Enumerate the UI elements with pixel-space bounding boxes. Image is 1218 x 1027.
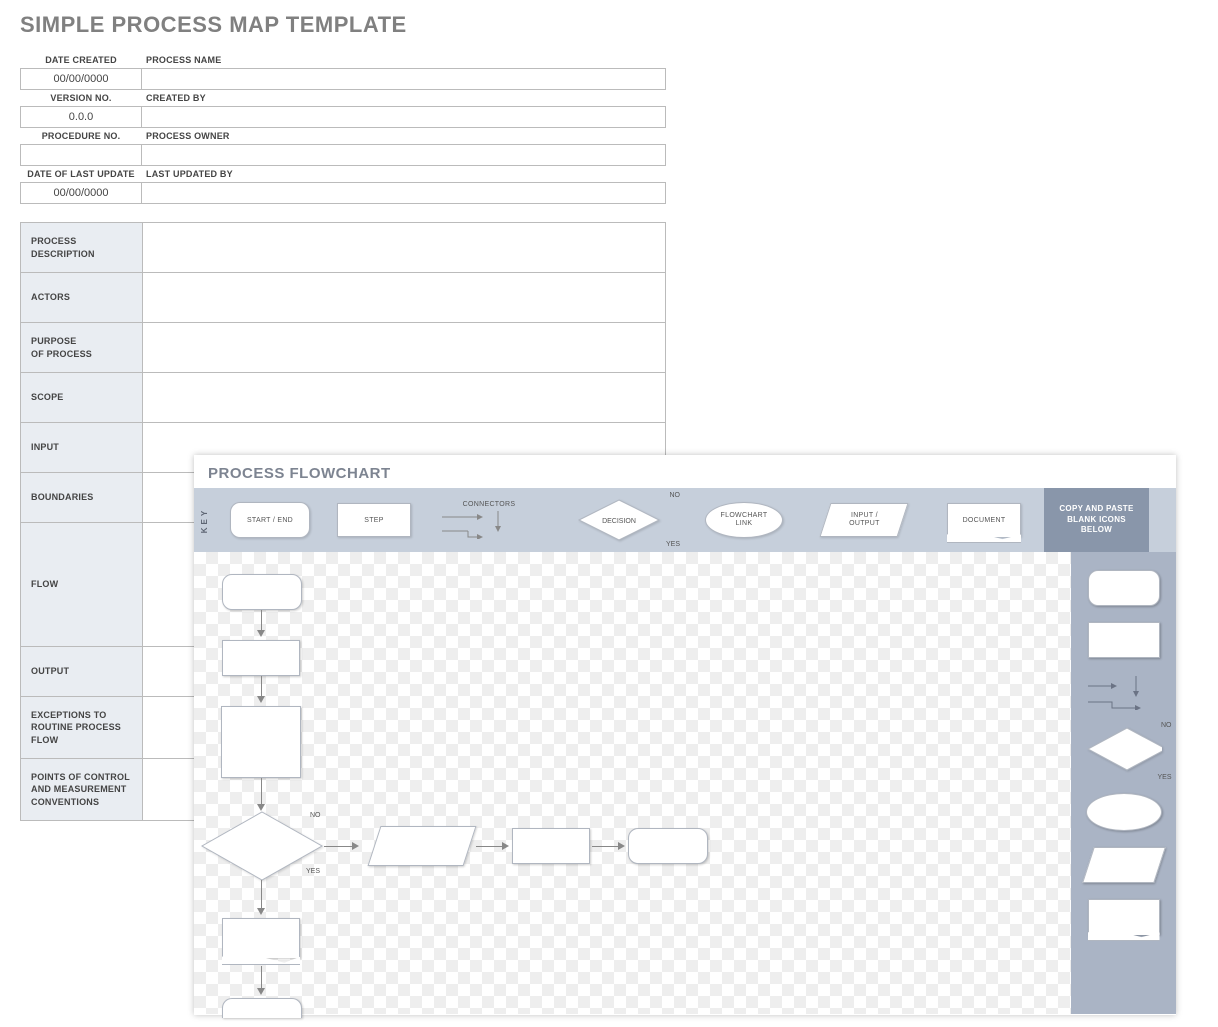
details-label-2: PURPOSE OF PROCESS bbox=[21, 323, 143, 373]
date-created-label: DATE CREATED bbox=[20, 52, 142, 68]
legend-decision-shape[interactable]: DECISION bbox=[577, 498, 661, 542]
sidebar-terminator-shape[interactable] bbox=[1088, 570, 1160, 606]
canvas-step-1[interactable] bbox=[222, 640, 300, 676]
date-last-update-label: DATE OF LAST UPDATE bbox=[20, 166, 142, 182]
details-value-3[interactable] bbox=[143, 373, 666, 423]
details-label-0: PROCESS DESCRIPTION bbox=[21, 223, 143, 273]
details-label-4: INPUT bbox=[21, 423, 143, 473]
process-owner-label: PROCESS OWNER bbox=[142, 128, 666, 144]
procedure-no-label: PROCEDURE NO. bbox=[20, 128, 142, 144]
details-label-7: OUTPUT bbox=[21, 647, 143, 697]
legend-decision-yes: YES bbox=[666, 541, 680, 548]
canvas-decision-no: NO bbox=[310, 812, 321, 819]
canvas-terminator-1[interactable] bbox=[222, 574, 302, 610]
canvas-document[interactable] bbox=[222, 918, 300, 958]
canvas-terminator-2[interactable] bbox=[628, 828, 708, 864]
sidebar-document-shape[interactable] bbox=[1088, 899, 1160, 935]
details-label-1: ACTORS bbox=[21, 273, 143, 323]
svg-text:DECISION: DECISION bbox=[602, 518, 636, 525]
details-label-6: FLOW bbox=[21, 523, 143, 647]
canvas-step-2[interactable] bbox=[221, 706, 301, 778]
date-created-field[interactable]: 00/00/0000 bbox=[20, 68, 142, 90]
copy-paste-header: COPY AND PASTE BLANK ICONS BELOW bbox=[1044, 488, 1149, 552]
last-updated-by-field[interactable] bbox=[142, 182, 666, 204]
legend-input-output-shape[interactable]: INPUT / OUTPUT bbox=[819, 503, 908, 537]
sidebar-ellipse-shape[interactable] bbox=[1086, 793, 1162, 831]
legend-decision-no: NO bbox=[670, 492, 681, 499]
version-no-field[interactable]: 0.0.0 bbox=[20, 106, 142, 128]
version-no-label: VERSION NO. bbox=[20, 90, 142, 106]
process-name-field[interactable] bbox=[142, 68, 666, 90]
page-title: SIMPLE PROCESS MAP TEMPLATE bbox=[20, 12, 1218, 38]
canvas-terminator-3[interactable] bbox=[222, 998, 302, 1018]
date-last-update-field[interactable]: 00/00/0000 bbox=[20, 182, 142, 204]
process-name-label: PROCESS NAME bbox=[142, 52, 666, 68]
canvas-step-3[interactable] bbox=[512, 828, 590, 864]
legend-connectors-label: CONNECTORS bbox=[463, 501, 516, 508]
sidebar-connectors[interactable] bbox=[1084, 674, 1164, 710]
flowchart-panel: PROCESS FLOWCHART KEY START / END STEP C… bbox=[194, 455, 1176, 1015]
last-updated-by-label: LAST UPDATED BY bbox=[142, 166, 666, 182]
details-label-9: POINTS OF CONTROL AND MEASUREMENT CONVEN… bbox=[21, 759, 143, 821]
details-label-8: EXCEPTIONS TO ROUTINE PROCESS FLOW bbox=[21, 697, 143, 759]
legend-flowchart-link-shape[interactable]: FLOWCHART LINK bbox=[705, 502, 783, 538]
legend-connectors: CONNECTORS bbox=[424, 488, 554, 552]
details-value-1[interactable] bbox=[143, 273, 666, 323]
sidebar-step-shape[interactable] bbox=[1088, 622, 1160, 658]
canvas-parallelogram[interactable] bbox=[368, 826, 477, 866]
header-fields: DATE CREATED PROCESS NAME 00/00/0000 VER… bbox=[0, 52, 1218, 204]
connectors-icon bbox=[434, 511, 544, 539]
created-by-field[interactable] bbox=[142, 106, 666, 128]
key-label: KEY bbox=[194, 488, 216, 552]
flowchart-title: PROCESS FLOWCHART bbox=[194, 455, 1176, 488]
legend-step-shape[interactable]: STEP bbox=[337, 503, 411, 537]
details-label-5: BOUNDARIES bbox=[21, 473, 143, 523]
sidebar-parallelogram-shape[interactable] bbox=[1082, 847, 1166, 883]
flowchart-sidebar: NO YES bbox=[1071, 552, 1176, 1014]
flowchart-canvas[interactable]: NO YES bbox=[194, 552, 1071, 1014]
flowchart-key-row: KEY START / END STEP CONNECTORS bbox=[194, 488, 1176, 552]
legend-start-end-shape[interactable]: START / END bbox=[230, 502, 310, 538]
sidebar-decision-no: NO bbox=[1161, 722, 1172, 729]
sidebar-decision-yes: YES bbox=[1157, 774, 1171, 781]
details-label-3: SCOPE bbox=[21, 373, 143, 423]
created-by-label: CREATED BY bbox=[142, 90, 666, 106]
details-value-2[interactable] bbox=[143, 323, 666, 373]
sidebar-decision-shape[interactable]: NO YES bbox=[1086, 726, 1162, 777]
legend-document-shape[interactable]: DOCUMENT bbox=[947, 503, 1021, 537]
canvas-decision-yes: YES bbox=[306, 868, 320, 875]
details-value-0[interactable] bbox=[143, 223, 666, 273]
procedure-no-field[interactable] bbox=[20, 144, 142, 166]
process-owner-field[interactable] bbox=[142, 144, 666, 166]
